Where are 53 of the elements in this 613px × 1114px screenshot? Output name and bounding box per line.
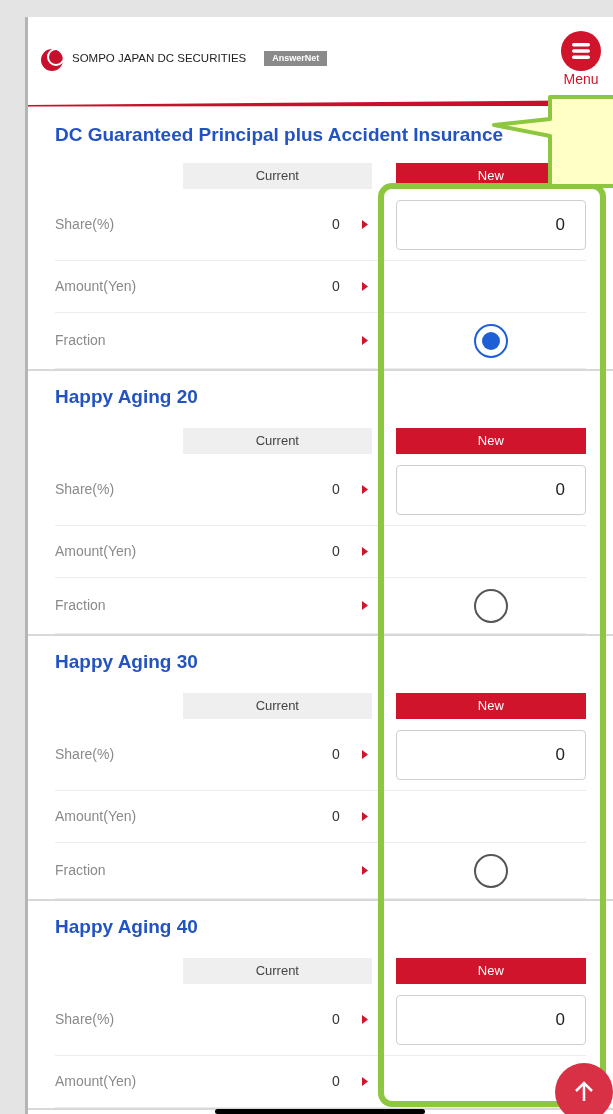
row-label: Amount(Yen) [55,1072,138,1091]
current-value: 0 [332,745,340,764]
current-value: 0 [332,1072,340,1091]
share-input[interactable]: 0 [395,464,586,515]
current-header: Current [182,958,373,984]
caret-right-icon [361,1015,368,1024]
fund-title: Happy Aging 20 [55,385,199,409]
share-input[interactable]: 0 [395,729,586,780]
row-label: Fraction [55,861,107,880]
caret-right-icon [361,220,368,229]
arrow-up-icon [573,1081,595,1103]
current-value: 0 [332,277,340,296]
share-input[interactable]: 0 [395,199,586,250]
new-header: New [395,428,586,454]
fund-title: Happy Aging 30 [55,650,199,674]
fund-title: Happy Aging 40 [55,915,199,939]
row-label: Share(%) [55,1010,116,1029]
row-label: Amount(Yen) [55,542,138,561]
current-value: 0 [332,1010,340,1029]
new-header: New [395,693,586,719]
new-header: New [395,958,586,984]
caret-right-icon [361,812,368,821]
current-value: 0 [332,542,340,561]
app-badge: AnswerNet [264,50,328,67]
row-label: Share(%) [55,215,116,234]
caret-right-icon [361,485,368,494]
radio-button[interactable] [473,323,508,358]
current-value: 0 [332,215,340,234]
current-header: Current [182,428,373,454]
radio-button[interactable] [473,853,508,888]
caret-right-icon [361,866,368,875]
current-value: 0 [332,480,340,499]
row-label: Share(%) [55,745,116,764]
caret-right-icon [361,601,368,610]
brand-name: SOMPO JAPAN DC SECURITIES [72,50,247,66]
row-label: Amount(Yen) [55,807,138,826]
share-input[interactable]: 0 [395,994,586,1045]
fund-title: DC Guaranteed Principal plus Accident Insurance [55,123,505,147]
row-label: Amount(Yen) [55,277,138,296]
row-label: Fraction [55,331,107,350]
caret-right-icon [361,750,368,759]
current-header: Current [182,163,373,189]
caret-right-icon [361,1077,368,1086]
menu-icon [561,30,601,71]
current-header: Current [182,693,373,719]
caret-right-icon [361,547,368,556]
caret-right-icon [361,336,368,345]
menu-button[interactable]: Menu [561,30,601,87]
radio-button[interactable] [473,588,508,623]
row-label: Fraction [55,596,107,615]
caret-right-icon [361,282,368,291]
current-value: 0 [332,807,340,826]
row-label: Share(%) [55,480,116,499]
